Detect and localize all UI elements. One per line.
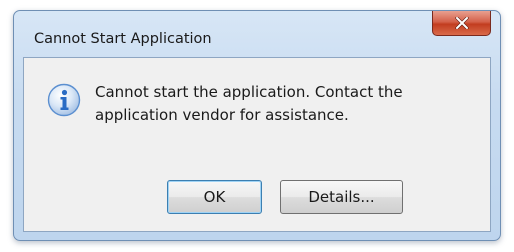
dialog-message: Cannot start the application. Contact th… <box>95 81 475 127</box>
dialog-body: Cannot start the application. Contact th… <box>23 57 491 232</box>
details-button[interactable]: Details... <box>280 180 403 214</box>
info-icon <box>47 83 81 117</box>
message-line-2: application vendor for assistance. <box>95 106 349 124</box>
close-icon <box>454 17 469 29</box>
ok-button[interactable]: OK <box>167 180 262 214</box>
message-line-1: Cannot start the application. Contact th… <box>95 83 403 101</box>
close-button[interactable] <box>432 11 491 36</box>
title-bar[interactable]: Cannot Start Application <box>14 11 500 57</box>
dialog-title: Cannot Start Application <box>34 31 212 47</box>
dialog-window: Cannot Start Application Cannot start th… <box>13 10 501 241</box>
